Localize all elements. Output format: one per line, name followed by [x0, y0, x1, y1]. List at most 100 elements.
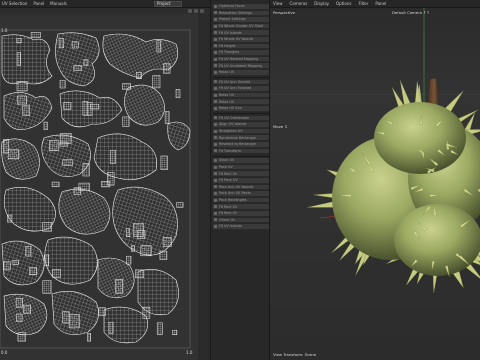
tool-item[interactable]: Straighten UV [213, 128, 269, 135]
tool-item[interactable]: Fit UV Orientation [213, 115, 269, 122]
uv-shell [16, 38, 22, 44]
tool-item-label: Fit Triangles [219, 50, 240, 55]
uv-shell [122, 83, 131, 90]
tool-item[interactable]: Randomize Rectangle [213, 135, 269, 141]
tool-item[interactable]: Fit UV Islands [213, 30, 269, 36]
viewport-menu-options[interactable]: Options [336, 1, 351, 6]
tool-item[interactable]: Pack UV [213, 164, 269, 171]
viewport-status-label: View Transform: Scene [273, 352, 317, 357]
viewport-axis-label: Move ↕ [273, 124, 288, 129]
uv-shell [172, 329, 178, 335]
tool-item[interactable]: Relaxation Settings [213, 10, 269, 17]
viewport-menu-cameras[interactable]: Cameras [290, 1, 308, 6]
tool-item[interactable]: Fit UV Ann Unrelat [213, 79, 269, 86]
tool-item[interactable]: Pack Rectangles [213, 197, 269, 204]
tool-item[interactable]: Relax UV [213, 70, 269, 76]
tool-item[interactable]: Fit Transform [213, 148, 269, 155]
tool-item[interactable]: Relax UV [213, 92, 269, 99]
tool-item[interactable]: Fit UV Related Mapping [213, 56, 269, 63]
uv-shell [136, 72, 142, 79]
uv-shell [131, 245, 135, 252]
tool-icon [214, 178, 217, 182]
tool-item[interactable]: Project Settings [213, 17, 269, 23]
uv-shell [59, 80, 66, 89]
tool-item[interactable]: Relax UV Ann [213, 106, 269, 112]
tool-item[interactable]: Fit Rect UV [213, 211, 269, 217]
tool-item-label: Fit Rect UV [219, 171, 238, 176]
project-dropdown[interactable]: Project [154, 1, 182, 7]
uv-shell [142, 307, 151, 319]
tool-item[interactable]: Align UV Islands [213, 122, 269, 128]
tool-item[interactable]: Fit Height [213, 43, 269, 50]
viewport-menu-panel[interactable]: Panel [375, 1, 386, 6]
uv-toolbar-icon[interactable] [200, 9, 204, 13]
tool-item[interactable]: Stack UV [213, 158, 269, 164]
tool-item[interactable]: Fit Rect UV [213, 171, 269, 177]
uv-shell [175, 89, 181, 99]
uv-shell [159, 250, 168, 260]
tool-icon [214, 136, 217, 140]
uv-shell [42, 222, 52, 232]
uv-shell [152, 75, 161, 89]
uv-shell [62, 159, 73, 166]
tool-item[interactable]: Fit UV Unrelated Mapping [213, 63, 269, 69]
uv-axis-top-label: 1.0 [1, 28, 8, 33]
tool-icon [214, 44, 217, 48]
tool-item[interactable]: Fit Whole UV Islands [213, 37, 269, 43]
uv-toolbar-icon[interactable] [188, 9, 192, 13]
uv-shell [164, 111, 170, 124]
tool-item-label: Fit UV Orientation [219, 115, 250, 120]
tool-item-label: Reselect to Rectangle [219, 142, 256, 147]
uv-shell [126, 255, 132, 265]
tool-item[interactable]: Fit Triangles [213, 50, 269, 56]
tool-item-label: Fit Pack UV [219, 178, 238, 183]
uv-shell [16, 52, 21, 66]
tool-separator [213, 155, 269, 157]
uv-shell [108, 321, 114, 334]
viewport-menu-filter[interactable]: Filter [358, 1, 368, 6]
tool-separator [213, 77, 269, 79]
tool-item[interactable]: Fit UV Islands [213, 224, 269, 230]
uv-menu-item[interactable]: Manuals [50, 1, 67, 6]
tool-icon [214, 142, 217, 146]
tool-icon [214, 165, 217, 169]
tool-item[interactable]: Fit Rect UV [213, 204, 269, 210]
tool-item-label: Fit UV Islands [219, 30, 242, 35]
3d-viewport[interactable]: View Cameras Display Options Filter Pane… [270, 0, 480, 360]
tool-item[interactable]: Fit UV Ann Forward [213, 86, 269, 92]
tool-item-label: Stack UV [219, 158, 235, 163]
uv-toolbar-icon[interactable] [194, 9, 198, 13]
tool-item[interactable]: Orient UV [213, 217, 269, 224]
uv-menu-item[interactable]: Panel [33, 1, 44, 6]
viewport-menu-view[interactable]: View [273, 1, 283, 6]
tool-item-label: Project Settings [219, 17, 246, 22]
tool-item[interactable]: Relax UV [213, 99, 269, 105]
uv-shell [29, 267, 38, 276]
uv-canvas[interactable]: 1.0 0.0 1.0 [0, 14, 198, 360]
tool-item[interactable]: Pack Ann UV Islands [213, 184, 269, 191]
uv-shell [86, 102, 93, 116]
uv-menu-item[interactable]: UV Selection [2, 1, 27, 6]
uv-shell [3, 261, 11, 271]
tool-item-label: Relax UV [219, 70, 235, 75]
tool-item-label: Fit Transform [219, 148, 241, 153]
tool-item[interactable]: Fit Whole Cluster UV Slant [213, 23, 269, 30]
uv-shell [58, 38, 64, 49]
tool-item[interactable]: Optimize Faces [213, 4, 269, 10]
tool-item-label: Pack Ann UV Islands [219, 184, 254, 189]
tool-item[interactable]: Pack Ann UV Rects [213, 191, 269, 197]
tool-icon [214, 31, 217, 35]
tool-item[interactable]: Fit Pack UV [213, 178, 269, 184]
tool-item-label: Fit UV Unrelated Mapping [219, 63, 263, 68]
uv-shell [15, 297, 23, 308]
uv-shell [107, 172, 115, 186]
viewport-scene [270, 8, 480, 360]
tool-icon [214, 64, 217, 68]
tool-icon [214, 224, 217, 228]
tool-icon [214, 70, 217, 74]
uv-shell [52, 269, 61, 278]
tool-item[interactable]: Reselect to Rectangle [213, 142, 269, 148]
uv-shell [25, 245, 32, 257]
viewport-menu-display[interactable]: Display [314, 1, 329, 6]
uv-shell [51, 181, 60, 187]
